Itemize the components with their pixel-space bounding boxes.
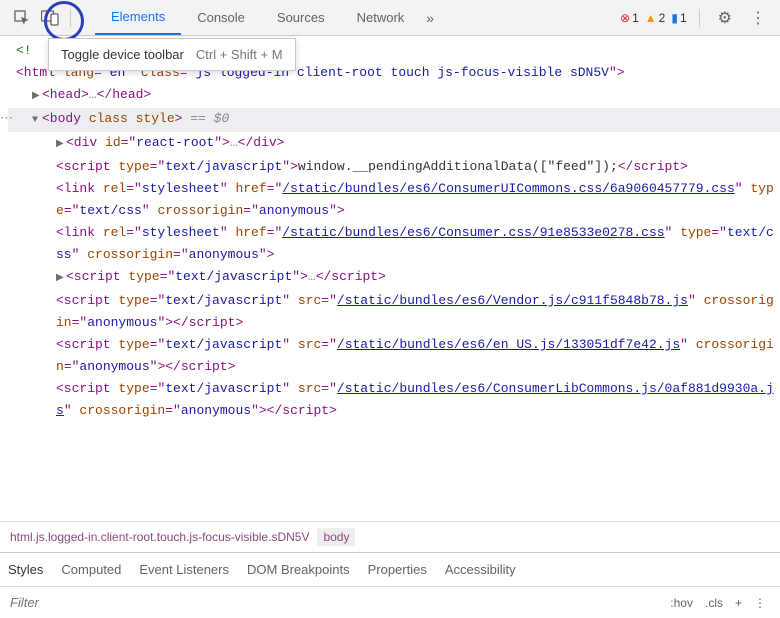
dom-line[interactable]: <link rel="stylesheet" href="/static/bun… <box>8 222 780 266</box>
tab-elements[interactable]: Elements <box>95 0 181 35</box>
filter-input[interactable] <box>0 589 670 616</box>
expand-arrow-icon[interactable]: ▶ <box>56 134 66 156</box>
toolbar-divider <box>699 9 700 27</box>
dom-line-selected[interactable]: ▼<body class style> == $0 <box>8 108 780 132</box>
dom-line[interactable]: <script type="text/javascript" src="/sta… <box>8 334 780 378</box>
message-badge[interactable]: ▮ 1 <box>671 11 686 25</box>
settings-icon[interactable]: ⚙ <box>712 8 738 28</box>
dom-line[interactable]: <link rel="stylesheet" href="/static/bun… <box>8 178 780 222</box>
inspect-element-icon[interactable] <box>8 4 36 32</box>
dom-line[interactable]: ▶<script type="text/javascript">…</scrip… <box>8 266 780 290</box>
expand-arrow-icon[interactable]: ▶ <box>32 86 42 108</box>
panel-tabs: Elements Console Sources Network » <box>95 0 440 35</box>
new-style-rule-icon[interactable]: + <box>735 596 742 610</box>
breadcrumb-item-active[interactable]: body <box>317 528 355 546</box>
more-tabs-icon[interactable]: » <box>420 10 440 26</box>
message-icon: ▮ <box>671 11 678 25</box>
tooltip-label: Toggle device toolbar <box>61 47 184 62</box>
styles-filter-bar: :hov .cls + ⋮ <box>0 586 780 618</box>
devtools-toolbar: Elements Console Sources Network » ⊗ 1 ▲… <box>0 0 780 36</box>
dom-line[interactable]: ▶<div id="react-root">…</div> <box>8 132 780 156</box>
toolbar-divider <box>70 9 71 27</box>
tab-console[interactable]: Console <box>181 0 261 35</box>
styles-tab-accessibility[interactable]: Accessibility <box>445 562 516 577</box>
message-count: 1 <box>680 11 687 25</box>
breadcrumb-item[interactable]: html.js.logged-in.client-root.touch.js-f… <box>10 530 309 544</box>
hov-toggle[interactable]: :hov <box>670 596 693 610</box>
href-link[interactable]: /static/bundles/es6/Consumer.css/91e8533… <box>282 225 664 240</box>
dom-line[interactable]: <script type="text/javascript" src="/sta… <box>8 290 780 334</box>
tooltip-shortcut: Ctrl + Shift + M <box>196 47 283 62</box>
eq0-marker: == $0 <box>182 111 229 126</box>
warning-icon: ▲ <box>645 11 657 25</box>
tab-network[interactable]: Network <box>341 0 421 35</box>
src-link[interactable]: /static/bundles/es6/en_US.js/133051df7e4… <box>337 337 680 352</box>
styles-tab-event-listeners[interactable]: Event Listeners <box>139 562 229 577</box>
more-icon[interactable]: ⋮ <box>754 596 766 610</box>
dom-line[interactable]: <script type="text/javascript" src="/sta… <box>8 378 780 422</box>
styles-tabs: Styles Computed Event Listeners DOM Brea… <box>0 552 780 586</box>
styles-tab-styles[interactable]: Styles <box>8 562 43 577</box>
tooltip: Toggle device toolbar Ctrl + Shift + M <box>48 38 296 71</box>
breadcrumb: html.js.logged-in.client-root.touch.js-f… <box>0 521 780 552</box>
styles-tab-computed[interactable]: Computed <box>61 562 121 577</box>
src-link[interactable]: /static/bundles/es6/Vendor.js/c911f5848b… <box>337 293 688 308</box>
script-text: window.__pendingAdditionalData(["feed"])… <box>298 159 618 174</box>
more-menu-icon[interactable]: ⋮ <box>744 8 772 28</box>
warning-count: 2 <box>659 11 666 25</box>
warning-badge[interactable]: ▲ 2 <box>645 11 666 25</box>
cls-toggle[interactable]: .cls <box>705 596 723 610</box>
collapse-arrow-icon[interactable]: ▼ <box>32 110 42 132</box>
styles-tab-dom-breakpoints[interactable]: DOM Breakpoints <box>247 562 350 577</box>
dom-line[interactable]: ▶<head>…</head> <box>8 84 780 108</box>
href-link[interactable]: /static/bundles/es6/ConsumerUICommons.cs… <box>282 181 734 196</box>
toggle-device-toolbar-icon[interactable] <box>36 4 64 32</box>
doctype: <! <box>16 43 32 58</box>
toolbar-right: ⊗ 1 ▲ 2 ▮ 1 ⚙ ⋮ <box>620 8 772 28</box>
expand-arrow-icon[interactable]: ▶ <box>56 268 66 290</box>
tab-sources[interactable]: Sources <box>261 0 341 35</box>
styles-tab-properties[interactable]: Properties <box>368 562 427 577</box>
elements-tree[interactable]: <! <html lang="en" class="js logged-in c… <box>0 36 780 521</box>
dom-line[interactable]: <script type="text/javascript">window.__… <box>8 156 780 178</box>
error-badge[interactable]: ⊗ 1 <box>620 11 639 25</box>
filter-actions: :hov .cls + ⋮ <box>670 596 780 610</box>
error-count: 1 <box>632 11 639 25</box>
error-icon: ⊗ <box>620 11 630 25</box>
